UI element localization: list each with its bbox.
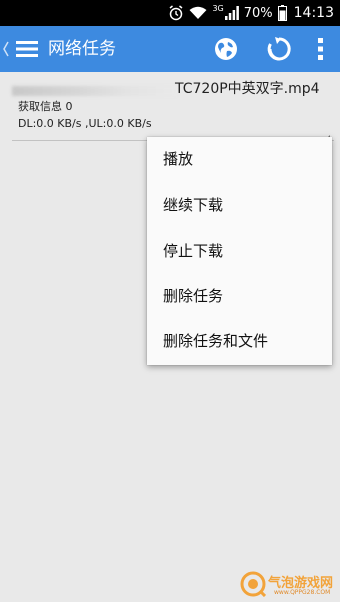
status-icons: 3G 70% 14:13 (168, 0, 334, 26)
menu-item-stop-download[interactable]: 停止下载 (147, 229, 332, 274)
menu-item-delete-task-and-file[interactable]: 删除任务和文件 (147, 319, 332, 364)
app-bar: 网络任务 (0, 26, 340, 72)
watermark-url: www.QPPG28.COM (274, 589, 331, 596)
battery-icon (277, 5, 287, 21)
overflow-icon[interactable] (317, 36, 325, 66)
menu-item-resume-download[interactable]: 继续下载 (147, 183, 332, 228)
page-title: 网络任务 (48, 39, 116, 59)
network-type-label: 3G (212, 3, 224, 13)
watermark: 气泡游戏网 www.QPPG28.COM (238, 570, 338, 600)
status-bar: 3G 70% 14:13 (0, 0, 340, 26)
menu-icon[interactable] (16, 39, 38, 63)
task-speed: DL:0.0 KB/s ,UL:0.0 KB/s (18, 117, 152, 130)
back-chevron-icon[interactable] (2, 40, 10, 62)
globe-icon[interactable] (213, 36, 239, 66)
watermark-logo-icon (240, 571, 267, 601)
signal-icon (224, 6, 239, 20)
alarm-icon (168, 5, 184, 21)
blurred-file-name (12, 86, 176, 96)
clock: 14:13 (293, 5, 334, 21)
context-menu: 播放 继续下载 停止下载 删除任务 删除任务和文件 (147, 137, 332, 365)
task-status: 获取信息 0 (18, 100, 73, 113)
task-file-name: TC720P中英双字.mp4 (175, 81, 320, 97)
battery-percent: 70% (243, 5, 273, 21)
refresh-icon[interactable] (266, 36, 292, 66)
menu-item-delete-task[interactable]: 删除任务 (147, 274, 332, 319)
wifi-icon (189, 6, 207, 20)
menu-item-play[interactable]: 播放 (147, 137, 332, 182)
